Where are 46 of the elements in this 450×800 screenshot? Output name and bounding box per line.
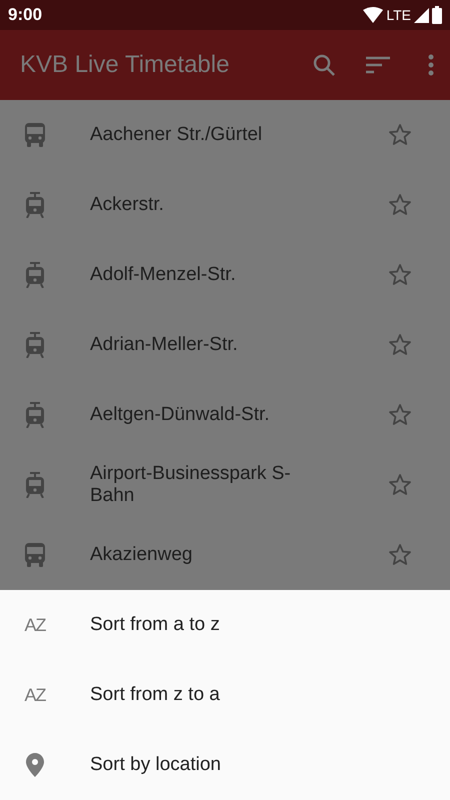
star-icon[interactable] — [388, 193, 412, 217]
tram-icon — [25, 472, 45, 498]
stop-name: Airport-Businesspark S-Bahn — [90, 463, 292, 507]
app-title: KVB Live Timetable — [20, 50, 230, 80]
sort-option-label: Sort from a to z — [90, 612, 220, 637]
search-icon[interactable] — [312, 53, 336, 77]
star-icon[interactable] — [388, 333, 412, 357]
stop-row[interactable]: Akazienweg — [0, 520, 450, 590]
sort-option-label: Sort by location — [90, 752, 221, 777]
stop-row[interactable]: Aachener Str./Gürtel — [0, 100, 450, 170]
sort-option[interactable]: AZ Sort from z to a — [0, 660, 450, 730]
stop-row[interactable]: Ackerstr. — [0, 170, 450, 240]
stop-name: Adolf-Menzel-Str. — [90, 264, 237, 286]
sort-option-label: Sort from z to a — [90, 682, 220, 707]
tram-icon — [25, 262, 45, 288]
tram-icon — [25, 332, 45, 358]
star-icon[interactable] — [388, 263, 412, 287]
sort-icon[interactable] — [366, 56, 390, 74]
star-icon[interactable] — [388, 123, 412, 147]
battery-icon — [432, 6, 442, 24]
sort-alpha-icon: AZ — [24, 686, 46, 704]
star-icon[interactable] — [388, 403, 412, 427]
stop-name: Ackerstr. — [90, 194, 165, 216]
sort-option[interactable]: AZ Sort from a to z — [0, 590, 450, 660]
star-icon[interactable] — [388, 473, 412, 497]
location-pin-icon — [26, 753, 44, 777]
tram-icon — [25, 402, 45, 428]
signal-icon — [414, 8, 429, 22]
stop-name: Adrian-Meller-Str. — [90, 334, 239, 356]
stop-row[interactable]: Airport-Businesspark S-Bahn — [0, 450, 450, 520]
stop-name: Akazienweg — [90, 544, 194, 566]
status-time: 9:00 — [8, 4, 42, 26]
stop-name: Aeltgen-Dünwald-Str. — [90, 404, 271, 426]
stop-name: Aachener Str./Gürtel — [90, 124, 264, 146]
tram-icon — [25, 192, 45, 218]
star-icon[interactable] — [388, 543, 412, 567]
more-icon[interactable] — [428, 54, 434, 76]
stop-row[interactable]: Aeltgen-Dünwald-Str. — [0, 380, 450, 450]
stop-row[interactable]: Adrian-Meller-Str. — [0, 310, 450, 380]
stop-row[interactable]: Adolf-Menzel-Str. — [0, 240, 450, 310]
sort-alpha-icon: AZ — [24, 616, 46, 634]
wifi-icon — [363, 7, 384, 23]
bus-icon — [24, 543, 46, 567]
bus-icon — [24, 123, 46, 147]
network-type: LTE — [386, 6, 411, 24]
sort-option[interactable]: Sort by location — [0, 730, 450, 800]
